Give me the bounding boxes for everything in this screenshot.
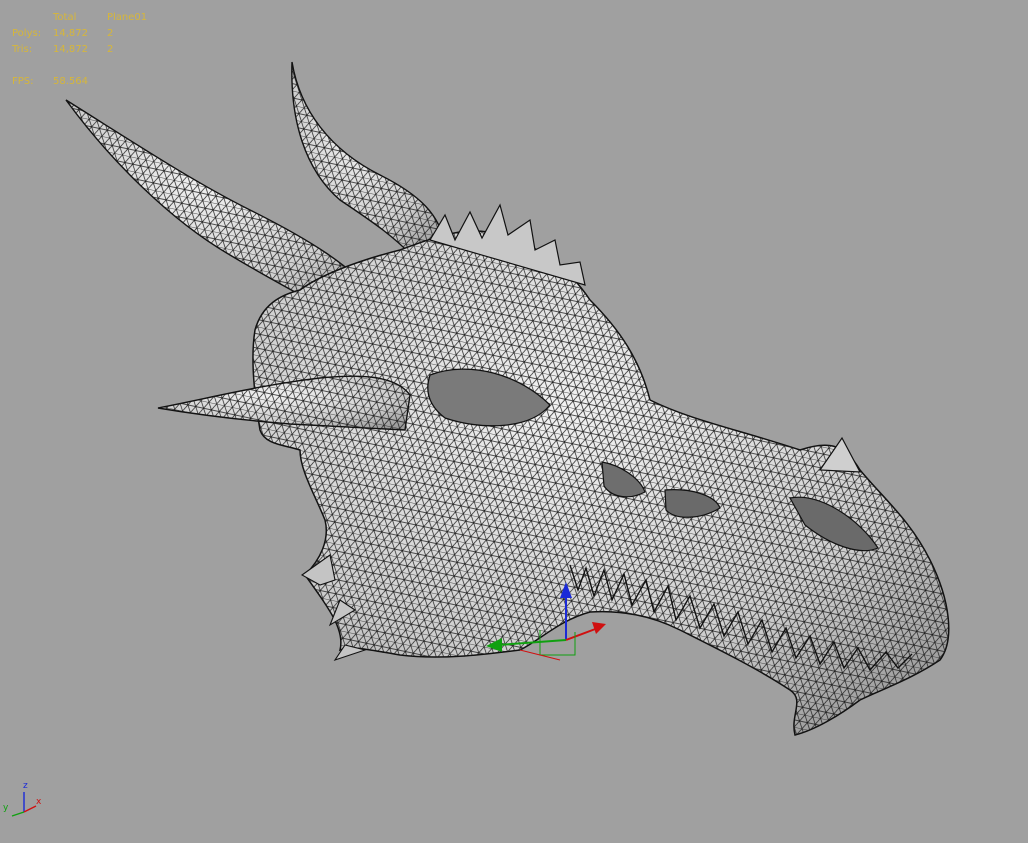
dragon-skull-mesh[interactable] (65, 61, 950, 736)
axis-x-label: x (36, 797, 42, 807)
scene-canvas[interactable] (0, 0, 1028, 843)
view-axis-tripod (11, 792, 37, 817)
viewport-perspective[interactable]: Total Plane01 Polys: 14,872 2 Tris: 14,8… (0, 0, 1028, 843)
axis-z-label: z (23, 781, 28, 791)
gizmo-x-arrow-icon[interactable] (592, 622, 606, 634)
axis-y-label: y (3, 803, 9, 813)
